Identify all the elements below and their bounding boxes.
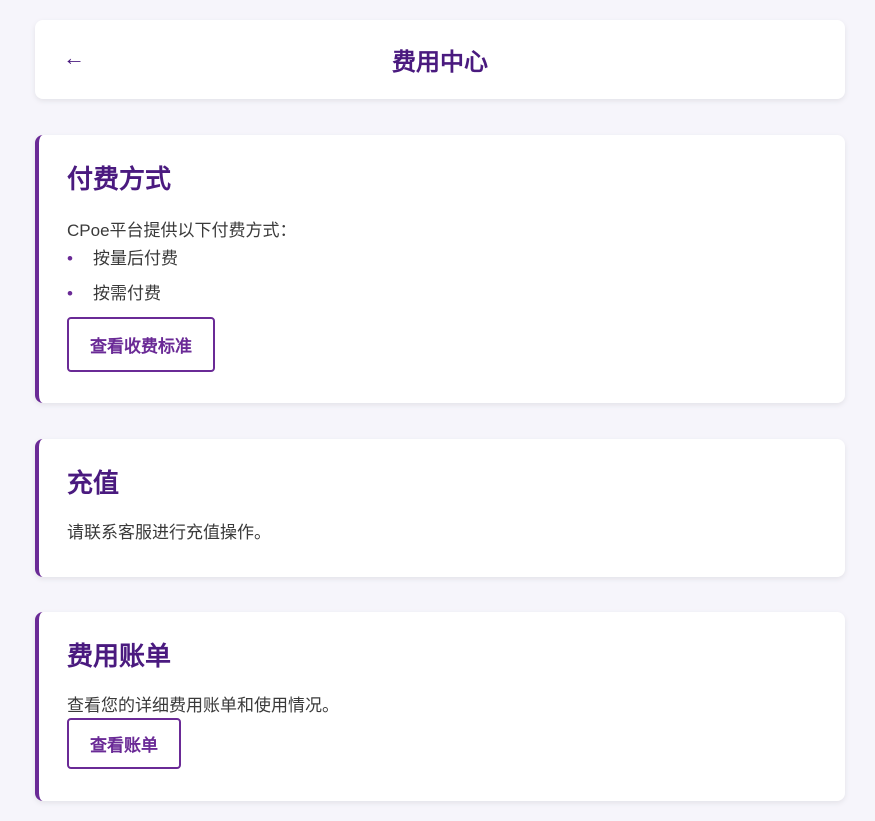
recharge-card: 充值 请联系客服进行充值操作。 [35, 439, 845, 577]
payment-methods-card: 付费方式 CPoe平台提供以下付费方式： 按量后付费 按需付费 查看收费标准 [35, 135, 845, 403]
payment-list: 按量后付费 按需付费 [67, 247, 817, 306]
billing-title: 费用账单 [67, 641, 172, 671]
view-pricing-button[interactable]: 查看收费标准 [67, 317, 215, 372]
billing-text: 查看您的详细费用账单和使用情况。 [67, 696, 339, 715]
payment-intro: CPoe平台提供以下付费方式： [67, 221, 297, 240]
payment-methods-title: 付费方式 [67, 164, 172, 194]
recharge-text: 请联系客服进行充值操作。 [67, 523, 271, 542]
list-item: 按量后付费 [67, 247, 817, 271]
view-bill-button[interactable]: 查看账单 [67, 718, 181, 769]
page-title: 费用中心 [392, 49, 488, 76]
recharge-title: 充值 [67, 468, 120, 498]
list-item: 按需付费 [67, 282, 817, 306]
billing-card: 费用账单 查看您的详细费用账单和使用情况。 查看账单 [35, 612, 845, 801]
page-header: ← 费用中心 [35, 20, 845, 99]
